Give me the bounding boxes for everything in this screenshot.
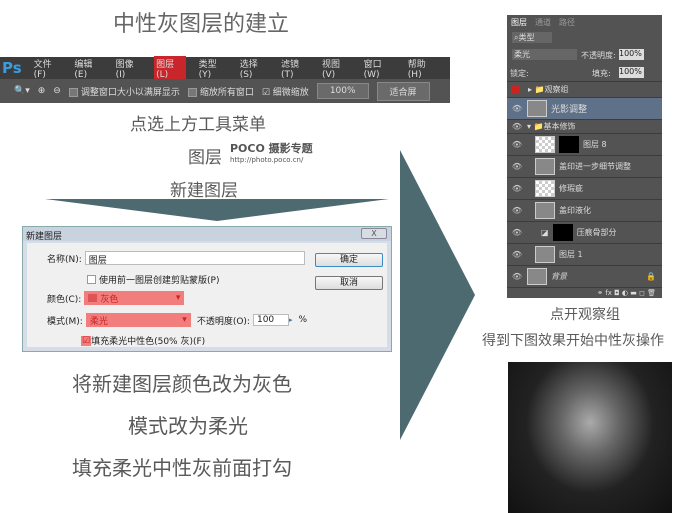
- panel-footer-icons[interactable]: ⚭ fx ◘ ◐ ▬ ◻ 🗑: [507, 287, 662, 298]
- opacity-label: 不透明度:: [581, 51, 616, 60]
- tab-paths[interactable]: 路径: [559, 17, 575, 28]
- watermark: POCO 摄影专题 http://photo.poco.cn/: [230, 142, 313, 164]
- fill-neutral-checkbox[interactable]: ☑ 填充柔光中性色(50% 灰)(F): [81, 334, 205, 347]
- resize-windows-checkbox[interactable]: 调整窗口大小以满屏显示: [68, 85, 180, 98]
- fill-label: 填充:: [592, 69, 611, 78]
- layer-light-adjust[interactable]: 👁 光影调整: [507, 97, 662, 119]
- opacity-input[interactable]: 100: [252, 314, 289, 326]
- zoom-100-button[interactable]: 100%: [316, 83, 369, 99]
- ok-button[interactable]: 确定: [315, 253, 383, 267]
- lock-label: 锁定:: [510, 69, 529, 78]
- fit-screen-button[interactable]: 适合屏: [376, 81, 430, 101]
- close-button[interactable]: X: [361, 228, 387, 239]
- menu-filter[interactable]: 滤镜(T): [281, 57, 309, 80]
- zoom-in-icon[interactable]: ⊕: [38, 86, 46, 96]
- caption-gray: 将新建图层颜色改为灰色: [72, 372, 292, 396]
- zoom-tool-icon[interactable]: 🔍▾: [14, 86, 30, 96]
- dialog-title: 新建图层: [23, 227, 391, 242]
- zoom-all-checkbox[interactable]: 缩放所有窗口: [187, 85, 254, 98]
- opacity-value[interactable]: 100%: [619, 49, 644, 60]
- page-title: 中性灰图层的建立: [113, 12, 290, 37]
- layer-blemish[interactable]: 👁 修瑕疵: [507, 177, 662, 199]
- layer-stamp-detail[interactable]: 👁 盖印进一步细节调整: [507, 155, 662, 177]
- tab-channels[interactable]: 通道: [535, 17, 551, 28]
- lock-icon: 🔒: [646, 272, 656, 281]
- clip-mask-checkbox[interactable]: 使用前一图层创建剪贴蒙版(P): [87, 273, 219, 286]
- photoshop-logo: Ps: [2, 59, 22, 77]
- tab-layers[interactable]: 图层: [511, 17, 527, 28]
- menu-select[interactable]: 选择(S): [240, 57, 268, 80]
- color-label: 颜色(C):: [47, 294, 82, 305]
- blend-mode-select[interactable]: 柔光: [512, 49, 577, 60]
- menu-edit[interactable]: 编辑(E): [74, 57, 102, 80]
- layer-stamp-liquify[interactable]: 👁 盖印液化: [507, 199, 662, 221]
- menu-view[interactable]: 视图(V): [322, 57, 351, 80]
- filter-select[interactable]: ⌕类型: [512, 32, 552, 43]
- caption-open-group: 点开观察组: [550, 307, 620, 323]
- caption-layer: 图层: [188, 148, 222, 168]
- menu-image[interactable]: 图像(I): [116, 57, 141, 80]
- layer-1[interactable]: 👁 图层 1: [507, 243, 662, 265]
- scrubby-zoom-checkbox[interactable]: ☑ 细微缩放: [262, 85, 309, 98]
- new-layer-dialog: 新建图层 X 名称(N): 图层 使用前一图层创建剪贴蒙版(P) 颜色(C): …: [22, 226, 392, 352]
- zoom-out-icon[interactable]: ⊖: [53, 86, 61, 96]
- options-bar: 🔍▾ ⊕ ⊖ 调整窗口大小以满屏显示 缩放所有窗口 ☑ 细微缩放 100% 适合…: [0, 79, 450, 103]
- percent-label: %: [298, 315, 308, 325]
- fill-value[interactable]: 100%: [619, 67, 644, 78]
- menu-type[interactable]: 类型(Y): [199, 57, 227, 80]
- menu-bar: Ps 文件(F) 编辑(E) 图像(I) 图层(L) 类型(Y) 选择(S) 滤…: [0, 55, 450, 81]
- menu-layer[interactable]: 图层(L): [154, 55, 186, 81]
- cancel-button[interactable]: 取消: [315, 276, 383, 290]
- name-label: 名称(N):: [47, 254, 82, 265]
- opacity-label: 不透明度(O):: [196, 316, 250, 327]
- caption-click-menu: 点选上方工具菜单: [130, 115, 266, 135]
- layer-group-basic[interactable]: 👁 ▾ 📁 基本修饰: [507, 119, 662, 133]
- layer-8[interactable]: 👁 图层 8: [507, 133, 662, 155]
- menu-file[interactable]: 文件(F): [34, 57, 62, 80]
- mode-select[interactable]: 柔光 ▾: [85, 313, 191, 327]
- layer-curves[interactable]: 👁 ◪ 压痕骨部分: [507, 221, 662, 243]
- caption-result: 得到下图效果开始中性灰操作: [482, 333, 664, 349]
- menu-window[interactable]: 窗口(W): [364, 57, 395, 80]
- down-arrow: [45, 199, 389, 221]
- right-arrow: [400, 150, 475, 440]
- opacity-slider-button[interactable]: ▸: [289, 316, 293, 324]
- caption-fill: 填充柔光中性灰前面打勾: [72, 456, 292, 480]
- caption-new-layer: 新建图层: [170, 181, 238, 201]
- name-input[interactable]: 图层: [84, 251, 305, 266]
- caption-softlight: 模式改为柔光: [128, 414, 248, 438]
- menu-help[interactable]: 帮助(H): [408, 57, 437, 80]
- layer-background[interactable]: 👁 背景 🔒: [507, 265, 662, 287]
- result-photo: [508, 362, 672, 513]
- layers-panel: 图层 通道 路径 ⌕类型 柔光 不透明度: 100% 锁定: 填充: 100% …: [507, 15, 662, 298]
- mode-label: 模式(M):: [47, 316, 83, 327]
- color-select[interactable]: 灰色 ▾: [84, 291, 185, 305]
- eye-icon: 👁: [511, 104, 523, 113]
- layer-group-observe[interactable]: ▸ 📁 观察组: [507, 81, 662, 97]
